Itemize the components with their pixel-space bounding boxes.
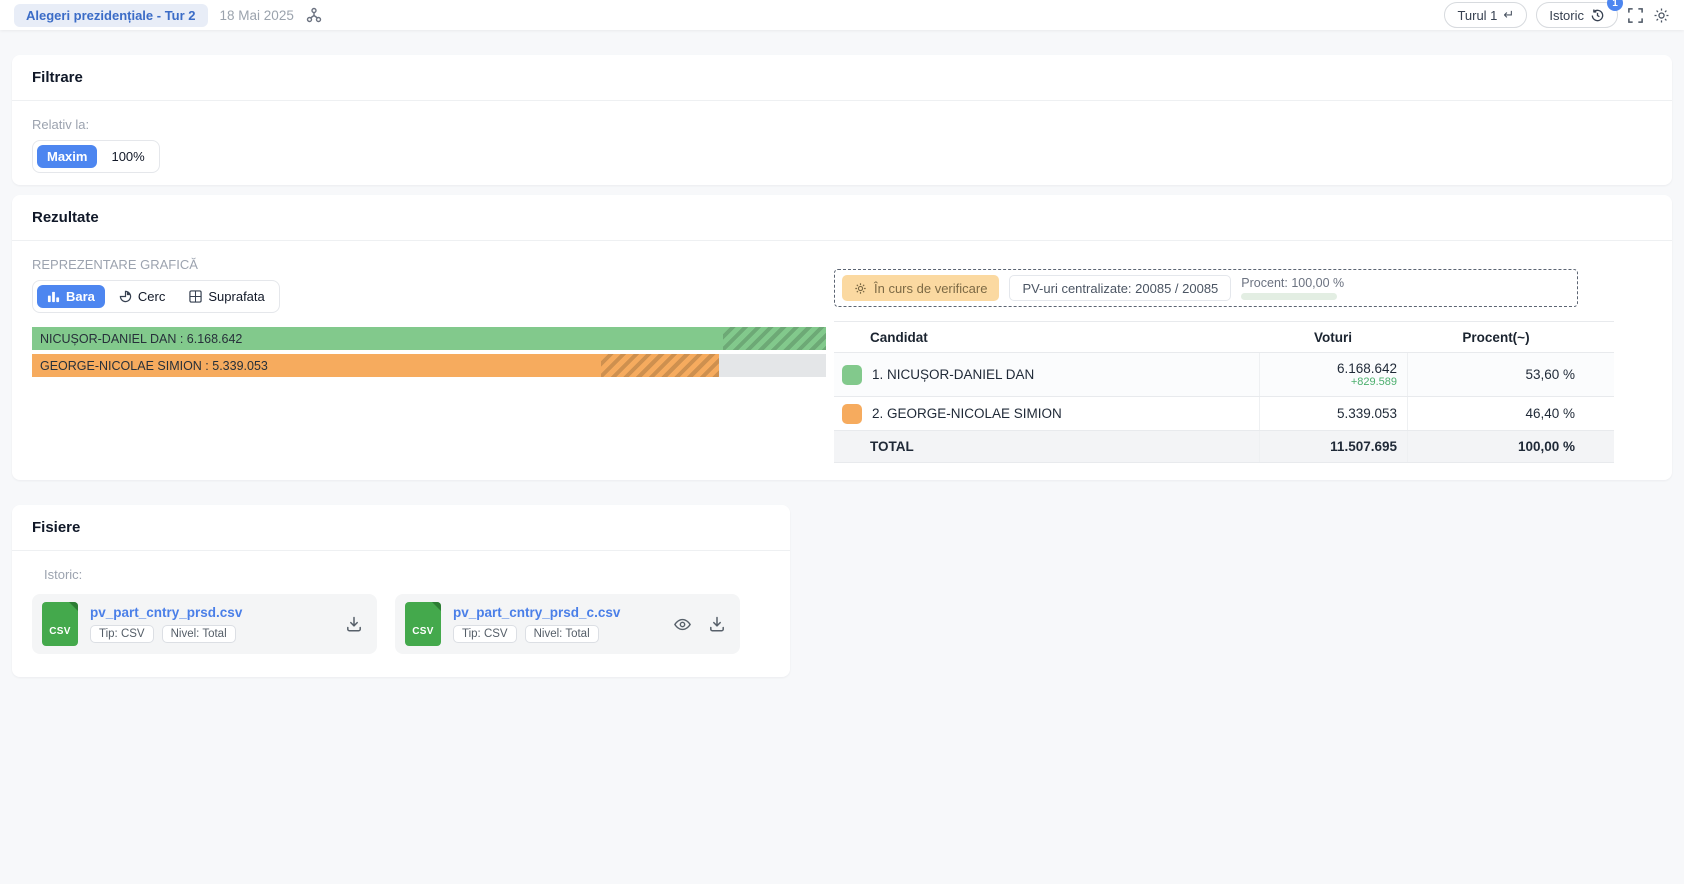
- turul-1-button[interactable]: Turul 1 ↵: [1444, 2, 1527, 28]
- download-icon[interactable]: [345, 615, 363, 633]
- bar-hatched-segment: [601, 354, 719, 377]
- rezultate-card: Rezultate REPREZENTARE GRAFICĂ Bara: [12, 195, 1672, 480]
- history-icon: [1590, 8, 1605, 23]
- tab-suprafata[interactable]: Suprafata: [179, 285, 274, 308]
- tab-bara[interactable]: Bara: [37, 285, 105, 308]
- procent-block: Procent: 100,00 %: [1241, 276, 1344, 300]
- file-level-chip: Nivel: Total: [525, 625, 599, 643]
- total-percent: 100,00 %: [1407, 431, 1585, 462]
- chart-section-label: REPREZENTARE GRAFICĂ: [32, 257, 826, 272]
- filtrare-body: Relativ la: Maxim 100%: [12, 101, 1672, 197]
- candidate-votes: 6.168.642: [1270, 361, 1397, 376]
- tab-cerc-label: Cerc: [138, 289, 165, 304]
- page: Alegeri prezidențiale - Tur 2 18 Mai 202…: [0, 0, 1684, 884]
- candidate-percent: 53,60 %: [1407, 353, 1585, 396]
- filtrare-header: Filtrare: [12, 55, 1672, 101]
- file-type-chip: Tip: CSV: [453, 625, 517, 643]
- election-title-badge[interactable]: Alegeri prezidențiale - Tur 2: [14, 4, 208, 27]
- votes-delta: +829.589: [1270, 376, 1397, 388]
- total-label: TOTAL: [834, 434, 1259, 459]
- file-level-chip: Nivel: Total: [162, 625, 236, 643]
- table-row-george-simion[interactable]: 2. GEORGE-NICOLAE SIMION 5.339.053 46,40…: [834, 397, 1614, 431]
- bar-chart-icon: [47, 290, 60, 303]
- percent-100-button[interactable]: 100%: [101, 145, 154, 168]
- istoric-files-label: Istoric:: [32, 567, 770, 582]
- table-row-total: TOTAL 11.507.695 100,00 %: [834, 431, 1614, 463]
- results-column: În curs de verificare PV-uri centralizat…: [834, 257, 1652, 463]
- istoric-notification-badge: 1: [1607, 0, 1623, 11]
- fisiere-card: Fisiere Istoric: CSV pv_part_cntry_prsd.…: [12, 505, 790, 677]
- tab-suprafata-label: Suprafata: [208, 289, 264, 304]
- preview-eye-icon[interactable]: [673, 615, 692, 634]
- verification-chip[interactable]: În curs de verificare: [842, 275, 999, 301]
- file-type-chip: Tip: CSV: [90, 625, 154, 643]
- hierarchy-icon[interactable]: [306, 7, 322, 23]
- candidate-color-swatch: [842, 365, 862, 385]
- chart-type-tabs: Bara Cerc: [32, 280, 280, 313]
- fisiere-title: Fisiere: [32, 519, 770, 536]
- rezultate-header: Rezultate: [12, 195, 1672, 241]
- filtrare-title: Filtrare: [32, 69, 1652, 86]
- results-table: Candidat Voturi Procent(~) 1. NICUȘOR-DA…: [834, 321, 1614, 463]
- file-link[interactable]: pv_part_cntry_prsd.csv: [90, 605, 345, 620]
- filtrare-card: Filtrare Relativ la: Maxim 100%: [12, 55, 1672, 185]
- table-row-nicusor-dan[interactable]: 1. NICUȘOR-DANIEL DAN 6.168.642 +829.589…: [834, 353, 1614, 397]
- csv-file-icon-label: CSV: [49, 626, 70, 637]
- total-votes: 11.507.695: [1259, 431, 1407, 462]
- relativ-la-label: Relativ la:: [32, 117, 1652, 132]
- istoric-button[interactable]: Istoric 1: [1536, 2, 1618, 28]
- file-card-pv-part-cntry-prsd: CSV pv_part_cntry_prsd.csv Tip: CSV Nive…: [32, 594, 377, 654]
- top-bar: Alegeri prezidențiale - Tur 2 18 Mai 202…: [0, 0, 1684, 30]
- relativ-toggle-group: Maxim 100%: [32, 140, 160, 173]
- election-date: 18 Mai 2025: [220, 8, 294, 23]
- treemap-icon: [189, 290, 202, 303]
- settings-gear-icon[interactable]: [1653, 7, 1670, 24]
- header-procent: Procent(~): [1407, 322, 1585, 352]
- maxim-button[interactable]: Maxim: [37, 145, 97, 168]
- file-link[interactable]: pv_part_cntry_prsd_c.csv: [453, 605, 673, 620]
- download-icon[interactable]: [708, 615, 726, 633]
- enter-arrow-icon: ↵: [1503, 7, 1514, 23]
- fullscreen-icon[interactable]: [1627, 7, 1644, 24]
- files-row: CSV pv_part_cntry_prsd.csv Tip: CSV Nive…: [32, 594, 770, 654]
- pv-centralizate-chip: PV-uri centralizate: 20085 / 20085: [1009, 275, 1231, 301]
- bar-nicusor-dan[interactable]: NICUȘOR-DANIEL DAN : 6.168.642: [32, 327, 826, 350]
- pie-chart-icon: [119, 290, 132, 303]
- candidate-name: 1. NICUȘOR-DANIEL DAN: [872, 367, 1034, 382]
- candidate-color-swatch: [842, 404, 862, 424]
- tab-cerc[interactable]: Cerc: [109, 285, 175, 308]
- verification-chip-label: În curs de verificare: [874, 281, 987, 296]
- turul-1-label: Turul 1: [1457, 8, 1497, 23]
- csv-file-icon-label: CSV: [412, 626, 433, 637]
- csv-file-icon[interactable]: CSV: [42, 602, 78, 646]
- rezultate-body: REPREZENTARE GRAFICĂ Bara: [12, 241, 1672, 487]
- fisiere-body: Istoric: CSV pv_part_cntry_prsd.csv Tip:…: [12, 551, 790, 678]
- candidate-name: 2. GEORGE-NICOLAE SIMION: [872, 406, 1062, 421]
- candidate-votes: 5.339.053: [1270, 406, 1397, 421]
- header-voturi: Voturi: [1259, 322, 1407, 352]
- bar-george-simion[interactable]: GEORGE-NICOLAE SIMION : 5.339.053: [32, 354, 826, 377]
- bar-hatched-segment: [723, 327, 826, 350]
- results-table-header: Candidat Voturi Procent(~): [834, 321, 1614, 353]
- header-candidat: Candidat: [834, 325, 1259, 350]
- gear-small-icon: [854, 282, 867, 295]
- topbar-right-group: Turul 1 ↵ Istoric 1: [1444, 2, 1670, 28]
- procent-label: Procent: 100,00 %: [1241, 276, 1344, 290]
- csv-file-icon[interactable]: CSV: [405, 602, 441, 646]
- bar-label: NICUȘOR-DANIEL DAN : 6.168.642: [40, 332, 242, 346]
- rezultate-title: Rezultate: [32, 209, 1652, 226]
- procent-progress-track: [1241, 293, 1337, 300]
- bar-label: GEORGE-NICOLAE SIMION : 5.339.053: [40, 359, 268, 373]
- fisiere-header: Fisiere: [12, 505, 790, 551]
- candidate-percent: 46,40 %: [1407, 397, 1585, 430]
- verification-status-strip: În curs de verificare PV-uri centralizat…: [834, 269, 1578, 307]
- topbar-left-group: Alegeri prezidențiale - Tur 2 18 Mai 202…: [14, 4, 322, 27]
- bar-chart: NICUȘOR-DANIEL DAN : 6.168.642 GEORGE-NI…: [32, 327, 826, 377]
- file-card-pv-part-cntry-prsd-c: CSV pv_part_cntry_prsd_c.csv Tip: CSV Ni…: [395, 594, 740, 654]
- istoric-label: Istoric: [1549, 8, 1584, 23]
- tab-bara-label: Bara: [66, 289, 95, 304]
- chart-column: REPREZENTARE GRAFICĂ Bara: [32, 257, 826, 377]
